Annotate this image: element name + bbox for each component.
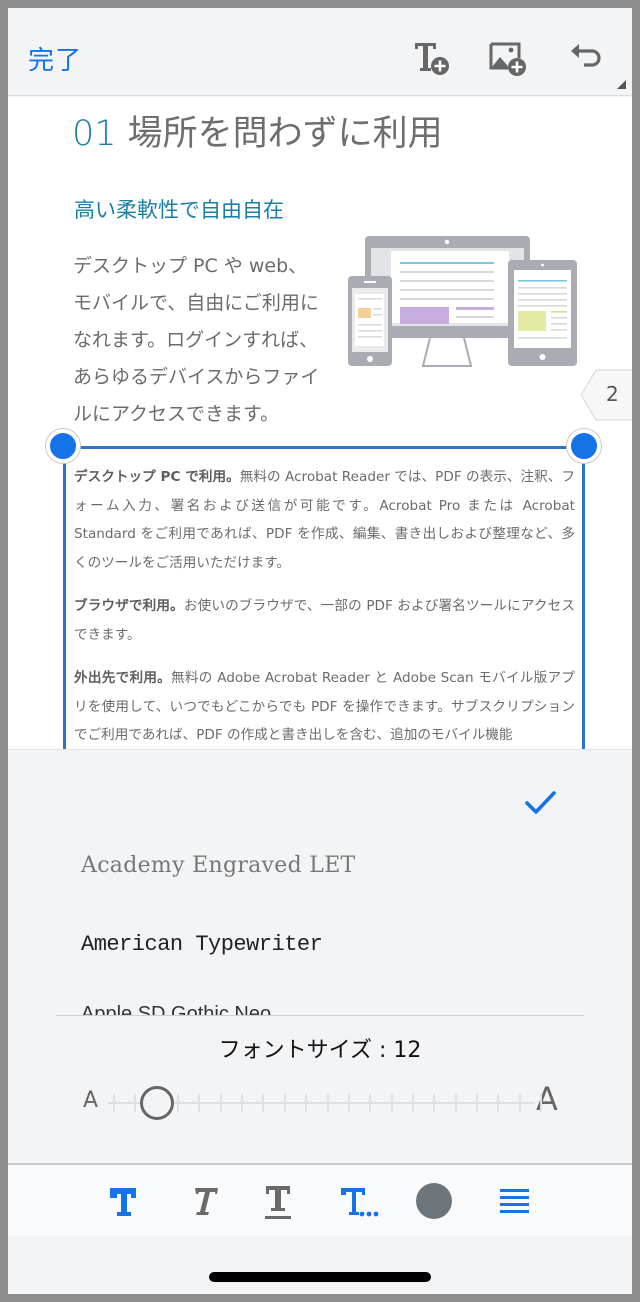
slider-tick bbox=[134, 1094, 137, 1112]
slider-tick bbox=[347, 1094, 350, 1112]
font-option-american-typewriter[interactable]: American Typewriter bbox=[81, 932, 323, 957]
page-number: 2 bbox=[606, 382, 619, 406]
paragraph-lead: ブラウザで利用。 bbox=[74, 598, 184, 614]
slider-tick bbox=[219, 1094, 222, 1112]
checkmark-icon[interactable] bbox=[524, 788, 558, 818]
slider-tick bbox=[433, 1094, 436, 1112]
app-window: 完了 01 場所を問わずに利用 高い柔軟性で自由自在 デスクトップ PC や w… bbox=[8, 8, 632, 1294]
undo-icon[interactable] bbox=[568, 38, 608, 78]
slider-tick bbox=[113, 1094, 115, 1112]
more-text-options-icon[interactable] bbox=[338, 1179, 382, 1223]
intro-paragraph: デスクトップ PC や web、モバイルで、自由にご利用になれます。ログインすれ… bbox=[73, 255, 320, 425]
italic-icon[interactable] bbox=[182, 1179, 226, 1223]
slider-tick bbox=[369, 1094, 372, 1112]
slider-tick bbox=[241, 1094, 244, 1112]
text-paragraph: デスクトップ PC で利用。無料の Acrobat Reader では、PDF … bbox=[74, 463, 575, 577]
slider-knob[interactable] bbox=[139, 1086, 174, 1120]
slider-tick bbox=[454, 1094, 457, 1112]
slider-tick bbox=[497, 1094, 500, 1112]
section-title: 場所を問わずに利用 bbox=[116, 114, 443, 154]
slider-tick bbox=[305, 1094, 308, 1112]
section-number: 01 bbox=[72, 114, 117, 154]
slider-tick bbox=[326, 1094, 329, 1112]
slider-tick bbox=[411, 1094, 414, 1112]
font-panel: Academy Engraved LET American Typewriter… bbox=[8, 749, 632, 1163]
resize-handle-left[interactable] bbox=[46, 429, 80, 463]
slider-tick bbox=[540, 1094, 542, 1112]
slider-tick bbox=[262, 1094, 265, 1112]
top-navigation-bar: 完了 bbox=[8, 8, 632, 96]
text-paragraph: 外出先で利用。無料の Adobe Acrobat Reader と Adobe … bbox=[74, 664, 575, 749]
home-indicator[interactable] bbox=[209, 1272, 431, 1282]
page-number-tab[interactable]: 2 bbox=[580, 369, 632, 421]
devices-illustration bbox=[348, 236, 577, 367]
add-text-icon[interactable] bbox=[412, 38, 452, 78]
font-list[interactable]: Academy Engraved LET American Typewriter… bbox=[8, 750, 632, 1016]
text-color-swatch[interactable] bbox=[412, 1179, 456, 1223]
font-size-slider[interactable]: A A bbox=[78, 1080, 568, 1126]
bold-icon[interactable] bbox=[102, 1179, 146, 1223]
font-option-academy-engraved[interactable]: Academy Engraved LET bbox=[81, 853, 356, 878]
section-heading: 01 場所を問わずに利用 bbox=[72, 105, 443, 156]
paragraph-lead: 外出先で利用。 bbox=[74, 670, 172, 686]
text-format-toolbar bbox=[8, 1163, 632, 1236]
paragraph-lead: デスクトップ PC で利用。 bbox=[74, 469, 240, 485]
underline-icon[interactable] bbox=[256, 1179, 300, 1223]
pdf-page: 01 場所を問わずに利用 高い柔軟性で自由自在 デスクトップ PC や web、… bbox=[8, 97, 632, 749]
slider-tick bbox=[475, 1094, 478, 1112]
section-subheading: 高い柔軟性で自由自在 bbox=[74, 198, 284, 222]
text-paragraph: ブラウザで利用。お使いのブラウザで、一部の PDF および署名ツールにアクセスで… bbox=[74, 592, 575, 649]
done-button[interactable]: 完了 bbox=[28, 40, 82, 77]
font-size-label: フォントサイズ : 12 bbox=[218, 1038, 422, 1063]
divider bbox=[56, 1015, 584, 1016]
slider-tick bbox=[390, 1094, 393, 1112]
more-options-corner-icon[interactable] bbox=[617, 80, 626, 89]
slider-tick bbox=[198, 1094, 201, 1112]
selected-text-box[interactable]: デスクトップ PC で利用。無料の Acrobat Reader では、PDF … bbox=[63, 446, 585, 749]
small-a-icon: A bbox=[83, 1088, 99, 1113]
align-justify-icon[interactable] bbox=[492, 1179, 536, 1223]
slider-tick bbox=[283, 1094, 286, 1112]
slider-tick bbox=[177, 1094, 180, 1112]
slider-tick bbox=[518, 1094, 521, 1112]
resize-handle-right[interactable] bbox=[567, 429, 601, 463]
add-image-icon[interactable] bbox=[488, 38, 528, 78]
home-indicator-area bbox=[8, 1236, 632, 1294]
